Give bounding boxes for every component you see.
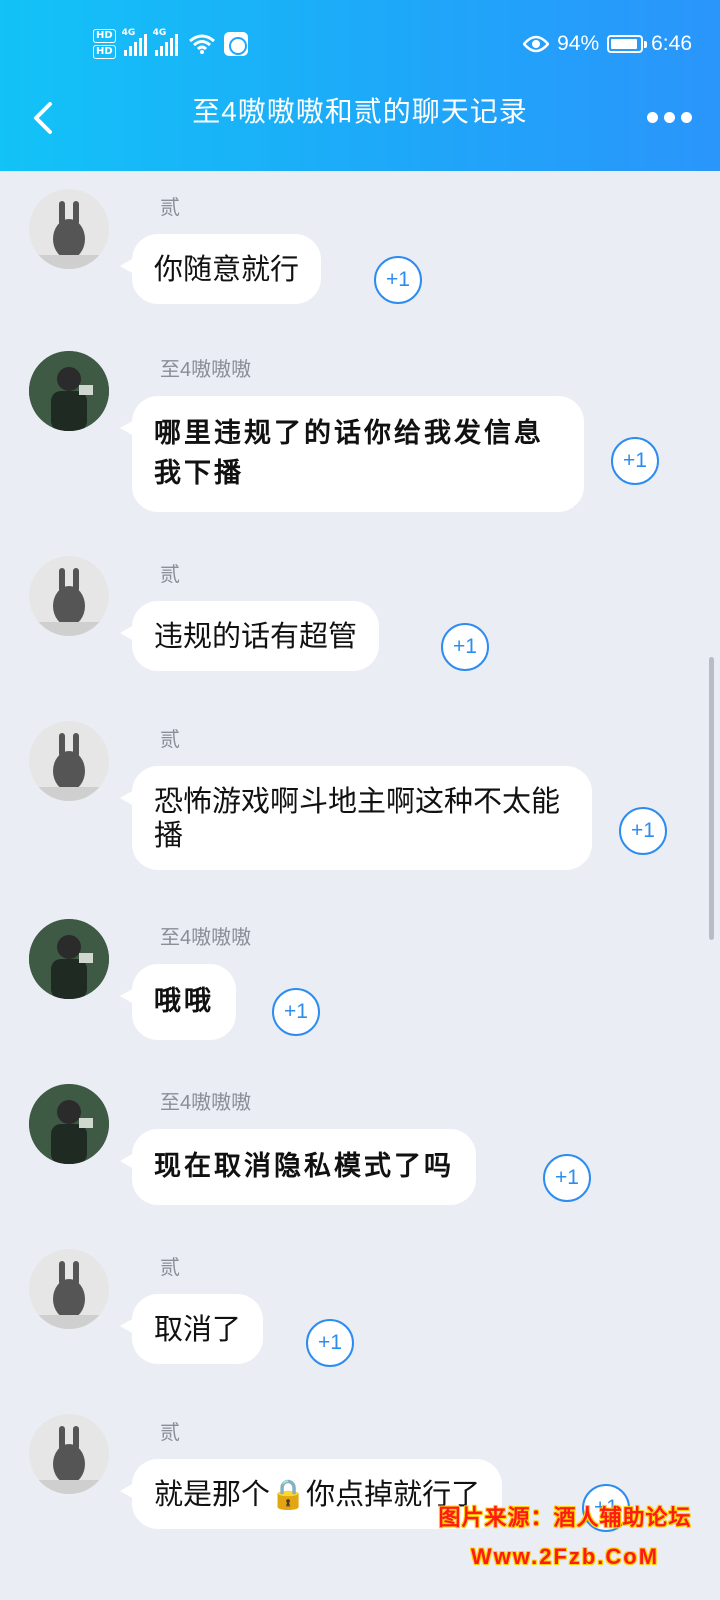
person-avatar[interactable] bbox=[29, 351, 109, 431]
page-title: 至4嗷嗷嗷和贰的聊天记录 bbox=[192, 96, 528, 127]
network-type-1: 4G bbox=[121, 28, 136, 38]
message-bubble[interactable]: 违规的话有超管 bbox=[119, 601, 380, 671]
status-icons-right: 94% 6:46 bbox=[523, 24, 692, 64]
message-bubble[interactable]: 恐怖游戏啊斗地主啊这种不太能播 bbox=[120, 766, 592, 870]
clock: 6:46 bbox=[651, 32, 692, 55]
scrollbar[interactable] bbox=[709, 657, 714, 940]
message-item: 贰 恐怖游戏啊斗地主啊这种不太能播 +1 bbox=[0, 721, 720, 891]
message-item: 贰 取消了 +1 bbox=[0, 1249, 720, 1379]
signal-icon-1: 4G bbox=[122, 28, 147, 56]
plus-one-button[interactable]: +1 bbox=[611, 437, 659, 485]
watermark-line-2: Www.2Fzb.CoM bbox=[470, 1544, 660, 1569]
status-icons-left: HD HD 4G 4G bbox=[93, 24, 248, 64]
message-bubble[interactable]: 取消了 bbox=[119, 1294, 264, 1364]
message-item: 贰 违规的话有超管 +1 bbox=[0, 556, 720, 686]
sender-name: 贰 bbox=[160, 564, 180, 586]
message-item: 至4嗷嗷嗷 哦哦 +1 bbox=[0, 919, 720, 1049]
wifi-icon bbox=[188, 34, 215, 54]
message-bubble[interactable]: 你随意就行 bbox=[119, 234, 322, 304]
plus-one-button[interactable]: +1 bbox=[374, 256, 422, 304]
rabbit-avatar[interactable] bbox=[29, 721, 109, 801]
message-item: 至4嗷嗷嗷 现在取消隐私模式了吗 +1 bbox=[0, 1084, 720, 1214]
message-item: 贰 你随意就行 +1 bbox=[0, 189, 720, 319]
plus-one-button[interactable]: +1 bbox=[619, 807, 667, 855]
plus-one-button[interactable]: +1 bbox=[272, 988, 320, 1036]
battery-percent: 94% bbox=[557, 32, 600, 55]
person-avatar[interactable] bbox=[29, 1084, 109, 1164]
sender-name: 至4嗷嗷嗷 bbox=[160, 927, 252, 949]
sender-name: 贰 bbox=[160, 729, 180, 751]
sender-name: 至4嗷嗷嗷 bbox=[160, 359, 252, 381]
more-icon[interactable] bbox=[647, 112, 692, 123]
hd-badge-2: HD bbox=[93, 45, 116, 59]
status-bar: HD HD 4G 4G 94% 6:46 bbox=[0, 20, 720, 68]
person-avatar[interactable] bbox=[29, 919, 109, 999]
rabbit-avatar[interactable] bbox=[29, 1414, 109, 1494]
plus-one-button[interactable]: +1 bbox=[306, 1319, 354, 1367]
hd-indicators: HD HD bbox=[93, 29, 116, 59]
battery-icon bbox=[607, 35, 648, 53]
sender-name: 至4嗷嗷嗷 bbox=[160, 1092, 252, 1114]
plus-one-button[interactable]: +1 bbox=[441, 623, 489, 671]
watermark: 图片来源：酒人辅助论坛 Www.2Fzb.CoM bbox=[425, 1500, 705, 1570]
plus-one-button[interactable]: +1 bbox=[543, 1154, 591, 1202]
rabbit-avatar[interactable] bbox=[29, 1249, 109, 1329]
sender-name: 贰 bbox=[160, 197, 180, 219]
message-item: 至4嗷嗷嗷 哪里违规了的话你给我发信息我下播 +1 bbox=[0, 351, 720, 521]
eye-icon bbox=[523, 35, 550, 53]
network-type-2: 4G bbox=[152, 28, 167, 38]
message-bubble[interactable]: 哪里违规了的话你给我发信息我下播 bbox=[120, 396, 584, 512]
signal-icon-2: 4G bbox=[153, 28, 178, 56]
rabbit-avatar[interactable] bbox=[29, 189, 109, 269]
hd-badge-1: HD bbox=[93, 29, 116, 43]
message-bubble[interactable]: 哦哦 bbox=[120, 964, 236, 1040]
message-bubble[interactable]: 现在取消隐私模式了吗 bbox=[120, 1129, 476, 1205]
chat-history[interactable]: 贰 你随意就行 +1 至4嗷嗷嗷 哪里违规了的话你给我发信息我下播 +1 贰 违… bbox=[0, 171, 720, 1600]
sender-name: 贰 bbox=[160, 1257, 180, 1279]
nav-bar: 至4嗷嗷嗷和贰的聊天记录 bbox=[0, 80, 720, 144]
title-bar: HD HD 4G 4G 94% 6:46 至4嗷嗷嗷和贰的聊天记录 bbox=[0, 0, 720, 171]
rabbit-avatar[interactable] bbox=[29, 556, 109, 636]
app-notification-icon bbox=[223, 32, 248, 56]
watermark-line-1: 图片来源：酒人辅助论坛 bbox=[438, 1505, 692, 1530]
sender-name: 贰 bbox=[160, 1422, 180, 1444]
